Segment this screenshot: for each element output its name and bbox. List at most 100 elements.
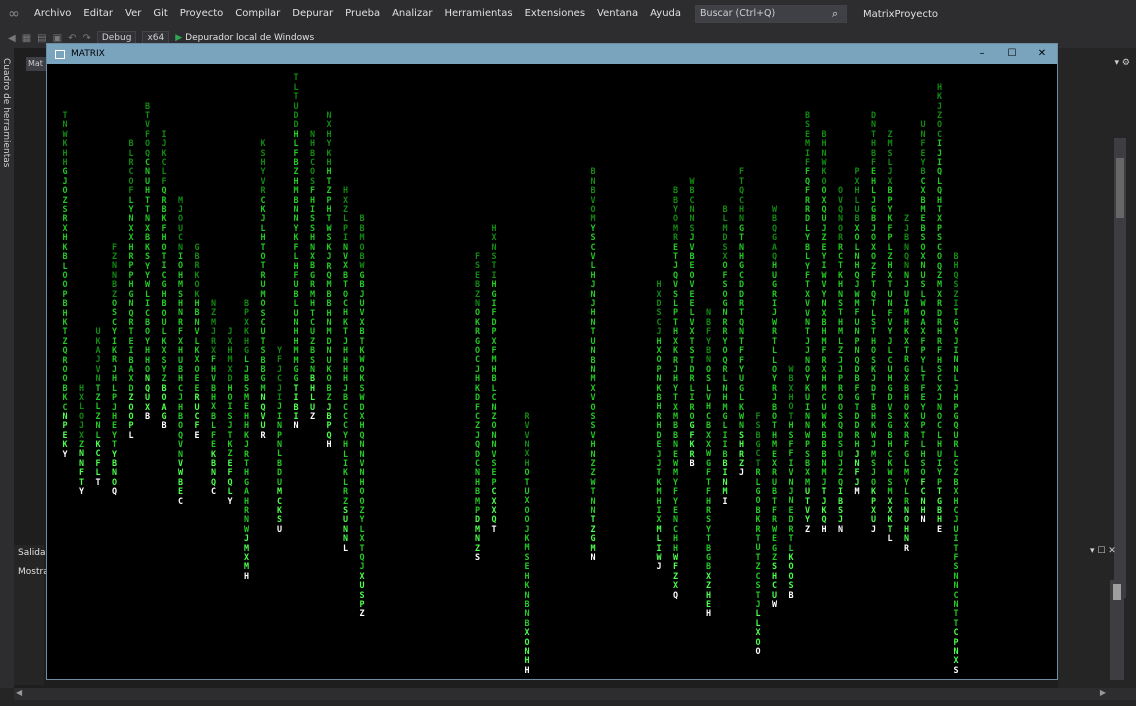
rain-glyph: S [474, 552, 481, 562]
menu-item[interactable]: Herramientas [438, 0, 518, 28]
rain-glyph: W [771, 599, 778, 610]
rain-glyph: H [705, 608, 712, 619]
rain-glyph: B [144, 411, 151, 421]
play-icon: ▶ [175, 33, 183, 43]
rain-stream: HXZLPINVXBTOCHKTJHHHHJBCCCYHLIKLRZSUNNL [342, 185, 350, 553]
output-show-label: Mostra [18, 567, 49, 577]
output-title[interactable]: Salida [18, 548, 45, 558]
rain-glyph: S [953, 664, 959, 675]
close-button[interactable]: ✕ [1027, 44, 1057, 64]
rain-glyph: Y [227, 495, 233, 506]
output-scrollbar[interactable] [1110, 580, 1124, 680]
minimize-button[interactable]: – [967, 44, 997, 64]
menu-item[interactable]: Ver [119, 0, 147, 28]
redo-icon[interactable]: ↷ [82, 33, 90, 44]
rain-stream: HKJZOCIJIQLQHTXPSCOQZMXRDRHRFHSCXJNOCLHU… [936, 82, 944, 535]
rain-stream: JXHMXDHOISJTKZEFQLY [226, 326, 234, 506]
rain-stream: BBYOMRETJQVSLPTHXKRJHYTXMBBNEWMYFYENCHHW… [672, 185, 680, 600]
back-icon[interactable]: ◀ [8, 33, 16, 44]
right-panel: ▾ ⚙ [1058, 48, 1136, 688]
rain-stream: TLTUDDHLFBZHMBNNYKFLHFUBLUNHHMMGGTIBIN [292, 72, 300, 430]
rain-stream: FZNNBZOSCYIKRJHLPJHEYTYBNOQ [111, 242, 119, 497]
rain-glyph: E [194, 429, 200, 440]
rain-stream: WBCNNSJVBEOVEELVXTSTDRLIROGFKRB [688, 176, 696, 469]
rain-glyph: J [738, 467, 745, 478]
output-controls-icon[interactable]: ▾ ☐ ✕ [1090, 546, 1116, 556]
rain-stream: PXHLUBXOLNHQJWMFUNPNQDBFGTDDRHJNFJM [853, 166, 861, 497]
rain-stream: HXLOJXZNNFTY [78, 383, 86, 497]
toolbox-tab[interactable]: Cuadro de herramientas [1, 58, 11, 167]
menu-item[interactable]: Archivo [28, 0, 77, 28]
rain-glyph: M [854, 486, 860, 497]
matrix-rain-canvas: TNWKHHGJOZSRXHKBLOOPBHKTZQROOBKCNPEKY HXL… [47, 64, 1057, 679]
vertical-scrollbar[interactable] [1114, 138, 1126, 598]
rain-glyph: B [689, 457, 695, 468]
rain-glyph: N [837, 523, 844, 534]
rain-glyph: L [342, 542, 349, 553]
rain-glyph: R [260, 429, 266, 440]
left-tool-strip: Cuadro de herramientas [0, 48, 14, 688]
rain-stream: WBXHOTHSFFIVNJNEDRTLKOOSB [787, 364, 795, 600]
scrollbar-thumb[interactable] [1116, 158, 1124, 218]
menu-item[interactable]: Extensiones [519, 0, 591, 28]
menu-item[interactable]: Compilar [229, 0, 286, 28]
rain-glyph: L [887, 533, 893, 544]
rain-stream: ZJBNQNNJUIMHKXTRGXBHOKXRFGLMYLRNOHNR [903, 213, 911, 553]
rain-stream: BNBVOMYSCVLHJNJHNTUNBNMXVOSSVHNZZWTNNTZG… [589, 166, 597, 563]
search-icon[interactable]: ⌕ [827, 7, 843, 21]
rain-glyph: Y [62, 448, 68, 459]
menu-bar: ∞ Archivo Editar Ver Git Proyecto Compilar Dep… [0, 0, 1136, 28]
rain-glyph: N [590, 552, 596, 563]
menu-item[interactable]: Prueba [339, 0, 386, 28]
visual-studio-window: ∞ Archivo Editar Ver Git Proyecto Compilar Dep… [0, 0, 1136, 706]
rain-glyph: T [95, 476, 101, 487]
matrix-window: MATRIX – ☐ ✕ TNWKHHGJOZSRXHKBLOOPBHKTZQR… [46, 43, 1058, 680]
scroll-right-icon[interactable]: ▶ [1100, 688, 1106, 697]
menu-item[interactable]: Proyecto [174, 0, 229, 28]
rain-stream: BHNWKOOXQUJZEYIWVYNXBHMFRXHMCUWKBBBNMJTJ… [820, 129, 828, 534]
rain-stream: TNWKHHGJOZSRXHKBLOOPBHKTZQROOBKCNPEKY [61, 110, 69, 459]
rain-stream: BLRCOFLYNXXHRPPHGNQRTEIBAXDZOOPL [127, 138, 135, 440]
output-scrollbar-thumb[interactable] [1113, 584, 1121, 600]
menu-items: Archivo Editar Ver Git Proyecto Compilar Depur… [28, 0, 687, 28]
rain-glyph: I [722, 495, 728, 506]
scroll-left-icon[interactable]: ◀ [16, 688, 22, 697]
rain-stream: FSBGCTRLGOBKRTUTZCSTJLLXOO [754, 411, 762, 657]
rain-glyph: N [920, 514, 926, 525]
rain-glyph: Q [111, 486, 118, 497]
rain-glyph: C [177, 495, 184, 506]
menu-item[interactable]: Ventana [591, 0, 644, 28]
menu-item[interactable]: Git [147, 0, 173, 28]
rain-stream: BSEMIFFQFRRDLYBLYFTXVVNTJJNOYKUINNWPSBXM… [804, 110, 812, 534]
search-input[interactable]: Buscar (Ctrl+Q) [695, 5, 848, 23]
save-icon[interactable]: ▣ [53, 33, 62, 44]
undo-icon[interactable]: ↶ [68, 33, 76, 44]
window-titlebar[interactable]: MATRIX – ☐ ✕ [47, 44, 1057, 64]
menu-item[interactable]: Editar [77, 0, 119, 28]
visual-studio-logo-icon[interactable]: ∞ [0, 0, 28, 28]
rain-glyph: O [755, 645, 761, 656]
start-debugging-button[interactable]: ▶ Depurador local de Windows [175, 33, 314, 43]
output-panel: Salida Mostra [14, 545, 49, 685]
maximize-button[interactable]: ☐ [997, 44, 1027, 64]
rain-stream: NZMJRXFHVBHXBLFEKBNQC [210, 298, 218, 497]
menu-item[interactable]: Ayuda [644, 0, 687, 28]
rain-glyph: J [870, 523, 877, 534]
rain-stream: UNFEYBCXBMEBSOXNUSLWOAXFPYLTFEYUPTLHSOFC… [919, 119, 927, 525]
rain-stream: YFJCJIJINPNLBDUMCKSU [276, 345, 284, 534]
horizontal-scrollbar[interactable]: ◀ ▶ [14, 688, 1136, 700]
rain-stream: FTQCHNGTNHGCDDRTQNTFFYUGLKWNSHRZJ [738, 166, 746, 478]
rain-glyph: Z [359, 608, 365, 619]
rain-stream: MJOUCNIOHMSHNRFXHUBHCJHBOQVNVWBEC [177, 195, 185, 506]
rain-glyph: H [821, 523, 827, 534]
rain-glyph: R [903, 542, 910, 553]
panel-pin-icon[interactable]: ▾ ⚙ [1115, 58, 1130, 68]
menu-item[interactable]: Analizar [386, 0, 438, 28]
rain-stream: BPXKHGLJBSMEHHKJRTHGAHRNWJMXMH [243, 298, 251, 581]
rain-stream: DNTHBFEHLJGBJOXOZFTQTLSTHOSKJDTBHKWJMSJO… [870, 110, 878, 534]
new-project-icon[interactable]: ▦ [22, 33, 31, 44]
open-icon[interactable]: ▤ [37, 33, 46, 44]
rain-stream: ZMSLJXBPYKFPLZHXTUNFVYJLCUHGDVSGBHCKWSMX… [886, 129, 894, 544]
menu-item[interactable]: Depurar [286, 0, 339, 28]
rain-stream: NHBCOSFHISSHNXBGRMHTCUZBSNBHLUZ [309, 129, 317, 422]
